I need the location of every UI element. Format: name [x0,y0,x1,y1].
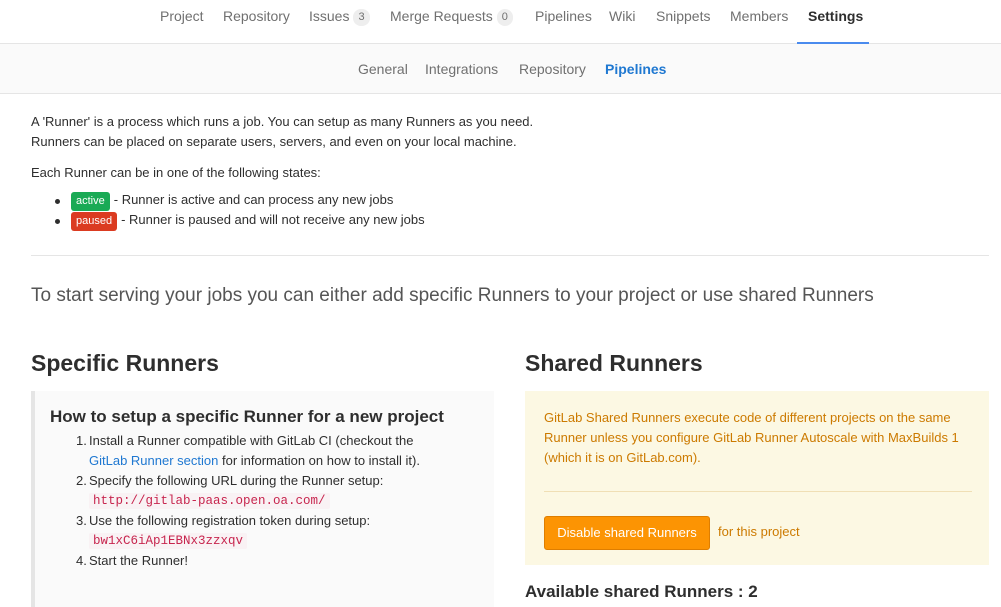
nav-issues-label: Issues [309,8,350,24]
subnav-pipelines[interactable]: Pipelines [605,61,666,77]
state-paused-text: - Runner is paused and will not receive … [121,212,425,227]
runners-lead-text: To start serving your jobs you can eithe… [31,285,874,306]
divider [31,255,989,256]
shared-runners-info-box: GitLab Shared Runners execute code of di… [525,391,989,565]
available-shared-runners-heading: Available shared Runners : 2 [525,582,758,601]
nav-snippets[interactable]: Snippets [656,0,710,44]
subnav-integrations[interactable]: Integrations [425,61,498,77]
nav-merge-requests-label: Merge Requests [390,8,493,24]
nav-repository[interactable]: Repository [223,0,290,44]
shared-runners-description: GitLab Shared Runners execute code of di… [544,410,959,465]
intro-line-1: A 'Runner' is a process which runs a job… [31,114,534,129]
disable-shared-runners-button[interactable]: Disable shared Runners [544,516,710,550]
subnav-repository[interactable]: Repository [519,61,586,77]
step-number: 3. [76,513,87,528]
specific-runner-setup-box: How to setup a specific Runner for a new… [31,391,494,607]
nav-members[interactable]: Members [730,0,788,44]
merge-requests-count-badge: 0 [496,9,513,26]
step-2-text: Specify the following URL during the Run… [89,473,384,488]
runner-url-wrap: http://gitlab-paas.open.oa.com/ [89,492,330,509]
subnav-general[interactable]: General [358,61,408,77]
setup-title: How to setup a specific Runner for a new… [50,407,444,426]
shared-runners-title: Shared Runners [525,350,703,376]
gitlab-runner-section-link[interactable]: GitLab Runner section [89,453,218,468]
bullet-icon [55,199,60,204]
runner-url[interactable]: http://gitlab-paas.open.oa.com/ [89,493,330,509]
step-1-continued: GitLab Runner section for information on… [89,453,420,468]
specific-runners-title: Specific Runners [31,350,219,376]
nav-merge-requests[interactable]: Merge Requests 0 [390,0,513,44]
nav-settings[interactable]: Settings [797,0,869,44]
states-heading: Each Runner can be in one of the followi… [31,165,321,180]
paused-label-badge: paused [71,212,118,231]
settings-subnav: General Integrations Repository Pipeline… [0,44,1001,94]
issues-count-badge: 3 [353,9,370,26]
step-number: 2. [76,473,87,488]
registration-token[interactable]: bw1xC6iAp1EBNx3zzxqv [89,533,248,549]
bullet-icon [55,219,60,224]
step-1-tail: for information on how to install it). [221,453,420,468]
for-this-project-text: for this project [718,524,800,539]
step-3-text: Use the following registration token dur… [89,513,371,528]
nav-wiki[interactable]: Wiki [609,0,635,44]
state-paused-item: paused - Runner is paused and will not re… [71,212,425,231]
state-active-item: active - Runner is active and can process… [71,192,393,211]
nav-pipelines[interactable]: Pipelines [535,0,592,44]
nav-project[interactable]: Project [160,0,204,44]
step-number: 4. [76,553,87,568]
step-1-text: Install a Runner compatible with GitLab … [89,433,414,448]
intro-line-2: Runners can be placed on separate users,… [31,134,517,149]
step-4-text: Start the Runner! [89,553,188,568]
state-active-text: - Runner is active and can process any n… [113,192,394,207]
project-nav: Project Repository Issues 3 Merge Request… [0,0,1001,44]
nav-issues[interactable]: Issues 3 [309,0,370,44]
step-number: 1. [76,433,87,448]
registration-token-wrap: bw1xC6iAp1EBNx3zzxqv [89,532,248,549]
active-label-badge: active [71,192,110,211]
divider [544,491,972,492]
